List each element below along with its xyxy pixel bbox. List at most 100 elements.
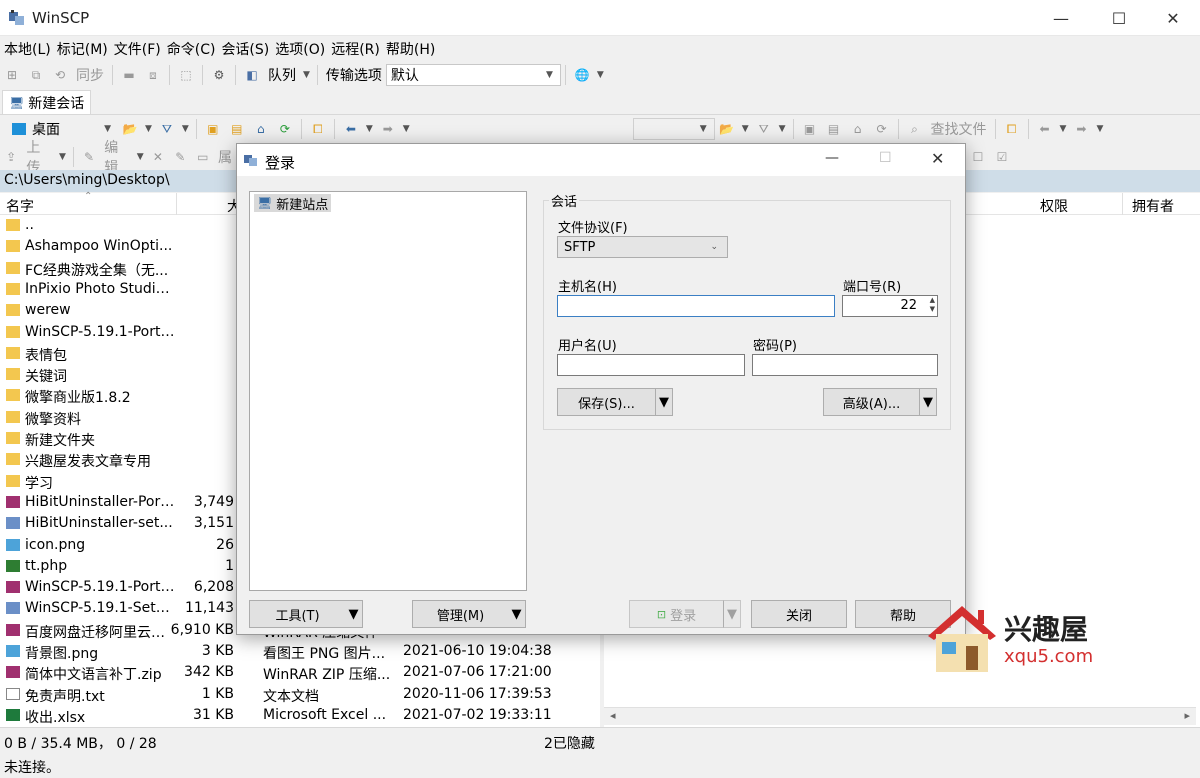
back-arrow-icon[interactable]: ⬅ — [342, 121, 360, 137]
column-header-name[interactable]: 名字 — [6, 196, 34, 216]
menu-session[interactable]: 会话(S) — [217, 36, 271, 59]
chevron-down-icon[interactable]: ▼ — [779, 124, 786, 134]
maximize-icon[interactable]: ☐ — [1096, 0, 1142, 36]
home-icon[interactable]: ⌂ — [252, 121, 270, 137]
column-header-permissions[interactable]: 权限 — [1040, 196, 1068, 216]
putty-icon[interactable]: ⧈ — [144, 67, 162, 83]
scroll-right-icon[interactable]: ▸ — [1184, 709, 1190, 722]
root-dir-icon[interactable]: ▤ — [228, 121, 246, 137]
remote-back-arrow-icon[interactable]: ⬅ — [1036, 121, 1054, 137]
chevron-down-icon[interactable]: ▼ — [742, 124, 749, 134]
properties-button-partial[interactable]: 属 — [218, 147, 232, 167]
remote-check-icon[interactable]: ☑ — [993, 149, 1011, 165]
refresh-icon[interactable]: ⟳ — [276, 121, 294, 137]
tab-new-session[interactable]: 🖥 新建会话 — [2, 90, 92, 114]
queue-button[interactable]: 队列 — [268, 65, 296, 85]
preferences-gear-icon[interactable]: ⚙ — [210, 67, 228, 83]
site-tree[interactable]: 🖥 新建站点 — [249, 191, 527, 591]
delete-icon[interactable]: ✕ — [150, 149, 166, 165]
rename-icon[interactable]: ✎ — [172, 149, 188, 165]
menu-remote[interactable]: 远程(R) — [327, 36, 382, 59]
port-input[interactable]: 22 ▲ ▼ — [842, 295, 938, 317]
remote-parent-dir-icon[interactable]: ▣ — [801, 121, 819, 137]
find-files-button[interactable]: 查找文件 — [931, 119, 987, 139]
save-dropdown-icon[interactable]: ▼ — [655, 388, 673, 416]
chevron-down-icon[interactable]: ▼ — [182, 124, 189, 134]
chevron-down-icon[interactable]: ▼ — [597, 70, 604, 80]
drive-select[interactable]: 桌面 ▼ — [8, 118, 118, 140]
remote-select-icon[interactable]: ☐ — [969, 149, 987, 165]
tree-icon[interactable]: ⧠ — [309, 121, 327, 137]
open-folder-icon[interactable]: 📂 — [121, 121, 139, 137]
forward-arrow-icon[interactable]: ➡ — [379, 121, 397, 137]
menu-command[interactable]: 命令(C) — [163, 36, 218, 59]
save-button[interactable]: 保存(S)... — [557, 388, 655, 416]
queue-icon[interactable]: ◧ — [243, 67, 261, 83]
remote-filter-icon[interactable]: ⛛ — [755, 121, 773, 137]
remote-refresh-icon[interactable]: ⟳ — [873, 121, 891, 137]
advanced-button[interactable]: 高级(A)... — [823, 388, 919, 416]
parent-dir-icon[interactable]: ▣ — [204, 121, 222, 137]
remote-tree-icon[interactable]: ⧠ — [1003, 121, 1021, 137]
tools-dropdown-icon[interactable]: ▼ — [345, 600, 363, 628]
chevron-down-icon[interactable]: ▼ — [145, 124, 152, 134]
file-row[interactable]: 简体中文语言补丁.zip 342 KB WinRAR ZIP 压缩... 2021-0… — [0, 662, 600, 683]
chevron-down-icon[interactable]: ▼ — [303, 70, 310, 80]
dialog-minimize-icon[interactable]: — — [825, 150, 839, 166]
spinner-arrows-icon[interactable]: ▲ ▼ — [930, 296, 935, 314]
host-input[interactable] — [557, 295, 835, 317]
filter-icon[interactable]: ⛛ — [158, 121, 176, 137]
upload-icon[interactable]: ⇪ — [3, 149, 19, 165]
remote-root-dir-icon[interactable]: ▤ — [825, 121, 843, 137]
transfer-settings-select[interactable]: 默认 ▼ — [385, 64, 561, 86]
chevron-down-icon[interactable]: ▼ — [403, 124, 410, 134]
close-button[interactable]: 关闭 — [751, 600, 847, 628]
password-input[interactable] — [752, 354, 938, 376]
login-dropdown-icon[interactable]: ▼ — [723, 600, 741, 628]
column-header-owner[interactable]: 拥有者 — [1132, 196, 1174, 216]
sync-icon[interactable]: ⟲ — [51, 67, 69, 83]
chevron-down-icon[interactable]: ▼ — [1096, 124, 1103, 134]
edit-icon[interactable]: ✎ — [81, 149, 97, 165]
remote-home-icon[interactable]: ⌂ — [849, 121, 867, 137]
remote-open-folder-icon[interactable]: 📂 — [718, 121, 736, 137]
search-icon[interactable]: ⌕ — [906, 121, 924, 137]
sync-button[interactable]: 同步 — [76, 65, 104, 85]
find-icon[interactable]: ⬚ — [177, 67, 195, 83]
file-row[interactable]: 背景图.png 3 KB 看图王 PNG 图片... 2021-06-10 19:04… — [0, 641, 600, 662]
close-icon[interactable]: ✕ — [1150, 0, 1196, 36]
chevron-down-icon[interactable]: ▼ — [366, 124, 373, 134]
login-button[interactable]: ⊡ 登录 — [629, 600, 723, 628]
menu-local[interactable]: 本地(L) — [0, 36, 53, 59]
remote-vertical-scrollbar[interactable] — [1180, 215, 1198, 707]
menu-file[interactable]: 文件(F) — [110, 36, 163, 59]
dialog-close-icon[interactable]: ✕ — [931, 149, 944, 168]
menu-help[interactable]: 帮助(H) — [382, 36, 437, 59]
dialog-maximize-icon[interactable]: ☐ — [879, 150, 892, 166]
remote-forward-arrow-icon[interactable]: ➡ — [1072, 121, 1090, 137]
scroll-left-icon[interactable]: ◂ — [610, 709, 616, 722]
chevron-down-icon[interactable]: ▼ — [59, 152, 66, 162]
advanced-dropdown-icon[interactable]: ▼ — [919, 388, 937, 416]
file-row[interactable]: 免责声明.txt 1 KB 文本文档 2020-11-06 17:39:53 — [0, 684, 600, 705]
chevron-down-icon[interactable]: ▼ — [1060, 124, 1067, 134]
remote-drive-select[interactable]: ▼ — [632, 118, 715, 140]
remote-horizontal-scrollbar[interactable]: ◂ ▸ — [604, 707, 1196, 725]
chevron-down-icon[interactable]: ▼ — [137, 152, 144, 162]
compare-icon[interactable]: ⊞ — [3, 67, 21, 83]
protocol-select[interactable]: SFTP ⌄ — [557, 236, 728, 258]
tools-button[interactable]: 工具(T) — [249, 600, 345, 628]
manage-button[interactable]: 管理(M) — [412, 600, 508, 628]
console-icon[interactable]: ▬ — [120, 67, 138, 83]
manage-dropdown-icon[interactable]: ▼ — [508, 600, 526, 628]
synchronize-browse-icon[interactable]: ⧉ — [27, 67, 45, 83]
minimize-icon[interactable]: — — [1038, 0, 1084, 36]
username-input[interactable] — [557, 354, 745, 376]
globe-icon[interactable]: 🌐 — [573, 67, 591, 83]
menu-mark[interactable]: 标记(M) — [53, 36, 110, 59]
transfer-settings-label: 传输选项 — [325, 68, 382, 84]
menu-options[interactable]: 选项(O) — [271, 36, 327, 59]
site-item-new-site[interactable]: 🖥 新建站点 — [254, 194, 332, 213]
file-row[interactable]: 收出.xlsx 31 KB Microsoft Excel ... 2021-07-0… — [0, 705, 600, 726]
properties-icon[interactable]: ▭ — [195, 149, 211, 165]
